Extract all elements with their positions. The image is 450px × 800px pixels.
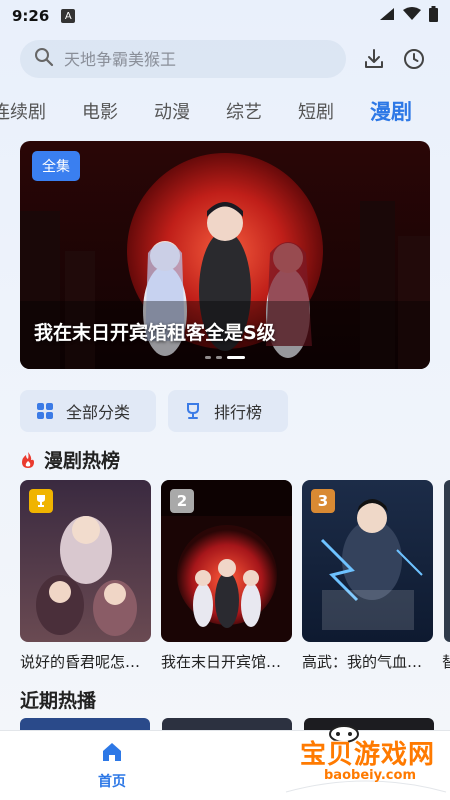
download-icon[interactable]	[360, 45, 388, 73]
search-icon	[34, 47, 54, 71]
signal-icon	[379, 7, 395, 25]
banner-badge: 全集	[32, 151, 80, 181]
rank-badge-trophy	[29, 489, 53, 513]
trophy-icon	[184, 402, 202, 420]
all-categories-label: 全部分类	[66, 403, 131, 422]
rank-badge: 2	[170, 489, 194, 513]
status-time: 9:26	[12, 7, 50, 25]
wifi-icon	[403, 7, 421, 25]
carousel-indicator	[205, 356, 245, 359]
hot-section-header: 漫剧热榜	[20, 446, 120, 473]
battery-icon	[429, 6, 438, 26]
home-icon	[101, 741, 123, 767]
flame-icon	[20, 451, 36, 469]
history-icon[interactable]	[400, 45, 428, 73]
quick-actions: 全部分类 排行榜	[20, 390, 288, 432]
hot-section-title: 漫剧热榜	[44, 450, 121, 472]
hot-card-cover: 3	[302, 480, 433, 642]
search-row	[20, 40, 430, 78]
tab-series[interactable]: 连续剧	[0, 98, 46, 124]
all-categories-button[interactable]: 全部分类	[20, 390, 156, 432]
hot-card-1[interactable]: 说好的昏君呢怎…	[20, 480, 151, 672]
banner-title: 我在末日开宾馆租客全是S级	[34, 322, 276, 344]
ranking-label: 排行榜	[214, 403, 263, 422]
hot-list: 说好的昏君呢怎… 2 我在末日开宾馆… 3 高武：我的气血…	[20, 480, 433, 672]
carousel-dot-active	[227, 356, 245, 359]
status-indicators	[379, 6, 438, 26]
search-input[interactable]	[64, 49, 314, 69]
recent-section-title: 近期热播	[20, 690, 97, 712]
notification-icon: A	[61, 9, 76, 23]
grid-icon	[36, 402, 54, 420]
tab-movies[interactable]: 电影	[82, 98, 118, 124]
hot-card-partial[interactable]	[444, 480, 450, 642]
rank-badge: 3	[311, 489, 335, 513]
tab-short-drama[interactable]: 短剧	[298, 98, 334, 124]
tab-manga-drama[interactable]: 漫剧	[370, 96, 412, 126]
hot-card-2[interactable]: 2 我在末日开宾馆…	[161, 480, 292, 672]
search-bar[interactable]	[20, 40, 346, 78]
tab-anime[interactable]: 动漫	[154, 98, 190, 124]
carousel-dot	[216, 356, 222, 359]
hot-card-cover: 2	[161, 480, 292, 642]
category-tabs: 连续剧 电影 动漫 综艺 短剧 漫剧	[0, 96, 450, 126]
watermark: 宝贝游戏网 baobeiy.com	[282, 720, 450, 800]
hot-card-title: 高武：我的气血…	[302, 653, 423, 671]
hot-card-cover	[20, 480, 151, 642]
hot-card-partial-title: 替	[442, 653, 450, 671]
nav-home[interactable]: 首页	[90, 741, 134, 791]
ranking-button[interactable]: 排行榜	[168, 390, 288, 432]
status-bar: 9:26 A	[0, 0, 450, 32]
carousel-dot	[205, 356, 211, 359]
recent-section-header: 近期热播	[20, 686, 96, 713]
hot-card-title: 说好的昏君呢怎…	[20, 653, 141, 671]
nav-home-label: 首页	[98, 774, 126, 790]
hot-card-3[interactable]: 3 高武：我的气血…	[302, 480, 433, 672]
hot-card-title: 我在末日开宾馆…	[161, 653, 282, 671]
featured-banner[interactable]: 全集 我在末日开宾馆租客全是S级	[20, 141, 430, 369]
watermark-brand: 宝贝游戏网	[300, 740, 436, 770]
watermark-url: baobeiy.com	[324, 768, 416, 783]
tab-variety[interactable]: 综艺	[226, 98, 262, 124]
